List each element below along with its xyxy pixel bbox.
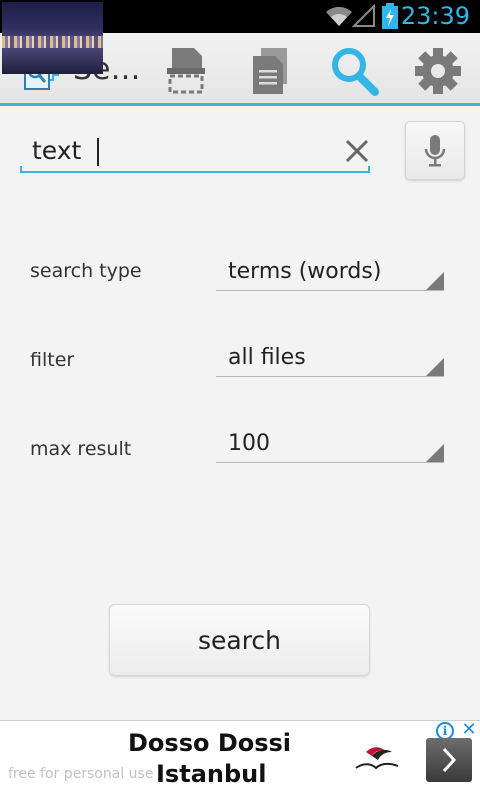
signal-icon (352, 4, 375, 27)
voice-search-button[interactable] (405, 121, 465, 180)
max-result-label: max result (30, 438, 132, 460)
ad-title-line2[interactable]: Istanbul (156, 760, 266, 788)
status-clock: 23:39 (400, 2, 470, 30)
search-input-underline (20, 166, 370, 173)
spinner-underline (216, 290, 444, 291)
wifi-icon (326, 6, 352, 26)
search-input[interactable] (20, 126, 320, 174)
search-type-label: search type (30, 260, 142, 282)
filter-value: all files (228, 345, 306, 370)
filter-select[interactable]: all files (216, 341, 444, 377)
battery-charging-icon (382, 3, 398, 29)
documents-button[interactable] (242, 44, 298, 98)
filter-label: filter (30, 349, 75, 371)
search-icon (332, 48, 379, 96)
search-type-value: terms (words) (228, 259, 382, 284)
scanner-button[interactable] (158, 44, 214, 98)
dropdown-indicator-icon (426, 358, 444, 376)
ad-next-button[interactable] (426, 738, 472, 782)
ad-city-photo[interactable] (2, 2, 103, 74)
document-icon (253, 48, 287, 94)
ad-photo-water (2, 48, 103, 74)
search-type-select[interactable]: terms (words) (216, 255, 444, 291)
settings-button[interactable] (410, 44, 466, 98)
spinner-underline (216, 376, 444, 377)
clear-search-button[interactable] (338, 134, 376, 168)
chevron-right-icon (442, 747, 457, 773)
turkey-tulip-logo (355, 747, 399, 770)
ad-watermark: free for personal use (8, 766, 154, 782)
max-result-select[interactable]: 100 (216, 427, 444, 463)
scanner-icon (167, 48, 205, 94)
close-icon (345, 139, 369, 163)
max-result-value: 100 (228, 431, 270, 456)
search-tab-button[interactable] (326, 44, 382, 98)
ad-title-line1[interactable]: Dosso Dossi (128, 729, 291, 757)
microphone-icon (424, 134, 446, 166)
text-cursor (97, 138, 99, 166)
spinner-underline (216, 462, 444, 463)
dropdown-indicator-icon (426, 444, 444, 462)
ad-close-icon[interactable]: ✕ (460, 720, 478, 740)
search-field[interactable] (20, 126, 370, 176)
ad-photo-lights (2, 36, 103, 48)
settings-gear-icon (415, 48, 461, 94)
dropdown-indicator-icon (426, 272, 444, 290)
search-button[interactable]: search (109, 604, 370, 676)
